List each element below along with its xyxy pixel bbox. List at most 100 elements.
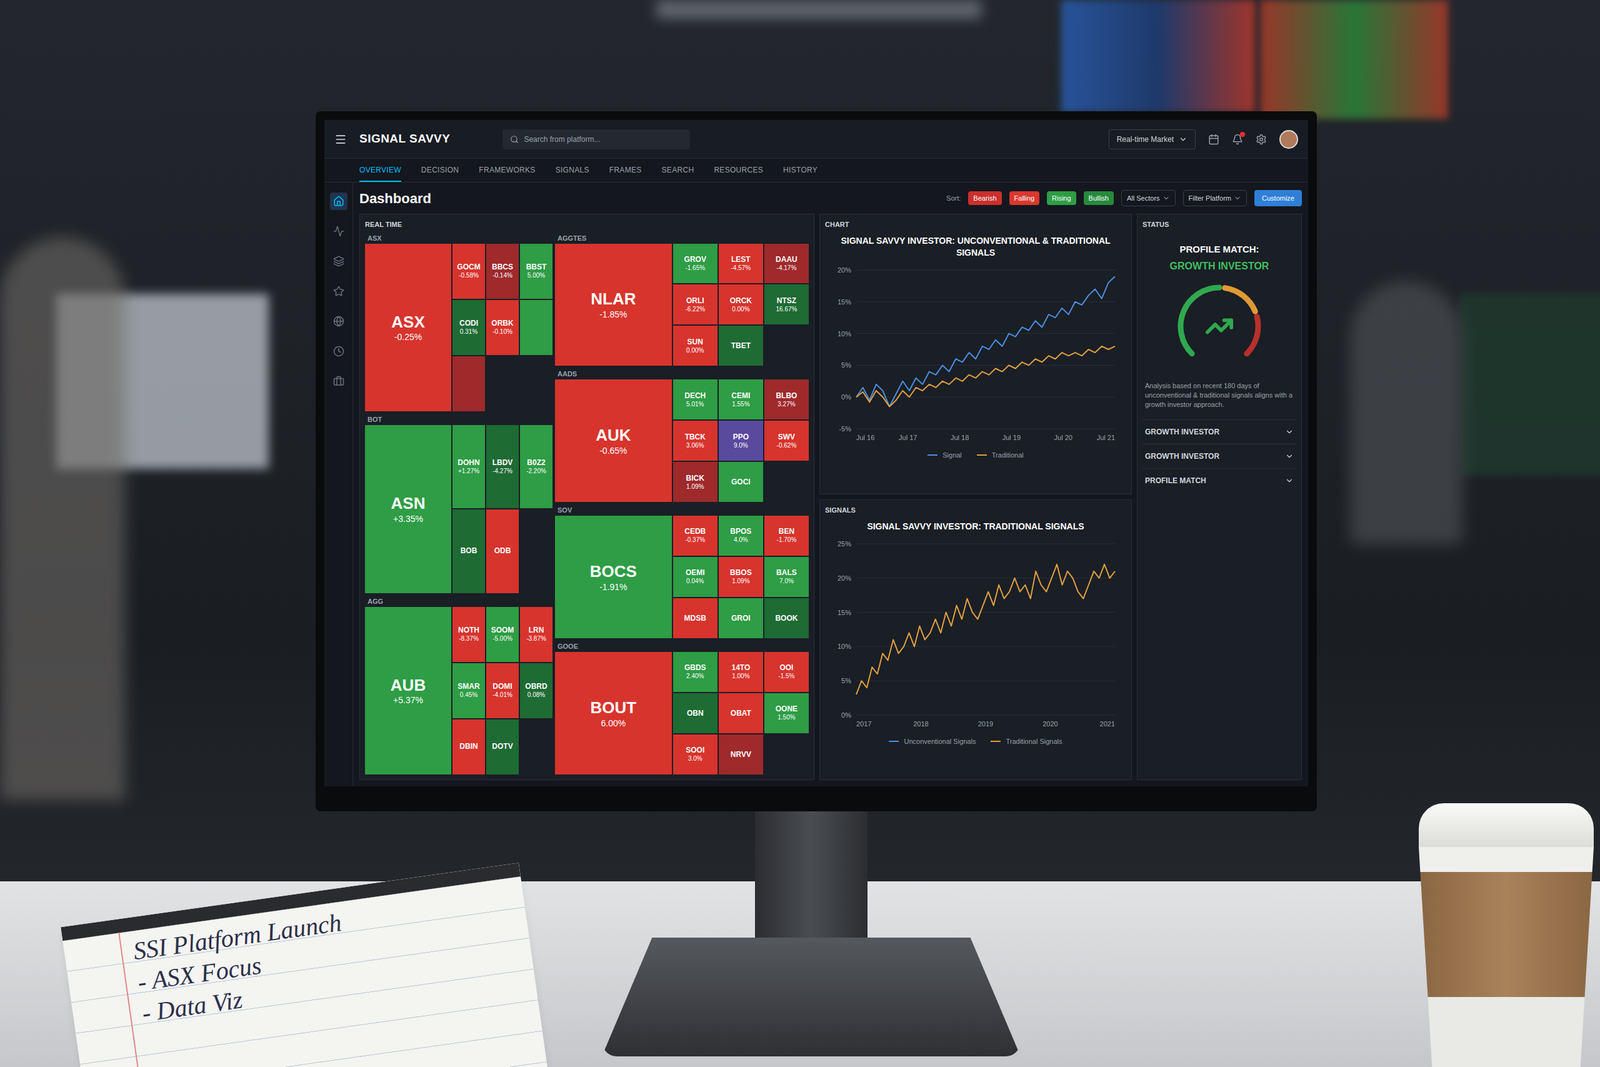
calendar-icon[interactable] <box>1208 133 1220 145</box>
sector-label: AADS <box>555 368 809 380</box>
heatmap-tile[interactable]: BBOS1.09% <box>718 556 764 597</box>
heatmap-tile[interactable]: DOMI-4.01% <box>486 663 519 719</box>
heatmap-tile[interactable]: CODI0.31% <box>452 300 485 355</box>
filter-select[interactable]: Filter Platform <box>1183 190 1247 207</box>
heatmap-tile[interactable]: OONE1.50% <box>764 693 809 734</box>
heatmap-tile[interactable] <box>520 300 553 355</box>
sector-label: SOV <box>555 504 809 516</box>
heatmap-tile[interactable]: NTSZ16.67% <box>764 284 809 325</box>
heatmap-tile[interactable]: TBCK3.06% <box>673 420 718 461</box>
heatmap-tile[interactable]: SOOI3.0% <box>673 734 718 775</box>
heatmap-tile[interactable]: OBN <box>673 693 718 734</box>
status-accordion[interactable]: GROWTH INVESTOR <box>1142 419 1297 444</box>
sidebar-item[interactable] <box>330 372 348 390</box>
heatmap-tile[interactable]: GOCI <box>718 461 764 502</box>
search-field[interactable]: Search from platform... <box>502 129 690 150</box>
heatmap-tile[interactable]: BOCS-1.91% <box>555 515 672 639</box>
heatmap-tile[interactable]: GROV-1.65% <box>673 243 718 284</box>
heatmap-tile[interactable]: AUK-0.65% <box>555 379 672 502</box>
heatmap-tile[interactable]: AUB+5.37% <box>365 606 452 775</box>
heatmap-tile[interactable]: BICK1.09% <box>673 461 718 502</box>
heatmap-tile[interactable]: BOOK <box>764 598 809 639</box>
heatmap-tile[interactable]: NRVV <box>718 734 764 775</box>
heatmap-tile[interactable]: BBCS-0.14% <box>486 243 519 299</box>
coffee-cup <box>1418 803 1594 1067</box>
nav-tab[interactable]: SEARCH <box>661 164 695 182</box>
heatmap-tile[interactable]: BBST5.00% <box>520 243 553 299</box>
heatmap-tile[interactable]: BPOS4.0% <box>718 515 764 556</box>
sidebar-item[interactable] <box>330 312 348 330</box>
heatmap-tile[interactable]: ORLI-6.22% <box>673 284 718 325</box>
heatmap-tile[interactable]: DOHN+1.27% <box>452 425 485 509</box>
heatmap-tile[interactable]: BLBO3.27% <box>764 379 809 420</box>
heatmap-tile[interactable]: GBDS2.40% <box>673 651 718 692</box>
status-accordion[interactable]: PROFILE MATCH <box>1142 468 1297 493</box>
heatmap-tile[interactable]: LBDV-4.27% <box>486 425 519 509</box>
sort-chip[interactable]: Rising <box>1046 191 1077 206</box>
nav-tab[interactable]: HISTORY <box>783 164 818 182</box>
heatmap-tile[interactable]: DOTV <box>486 719 519 775</box>
heatmap-tile[interactable]: OOI-1.5% <box>764 651 809 692</box>
heatmap-tile[interactable]: ODB <box>486 509 519 593</box>
top-bar: SIGNAL SAVVYSearch from platform...Real-… <box>324 120 1309 159</box>
heatmap-tile[interactable]: ORCK0.00% <box>718 284 764 325</box>
heatmap-tile[interactable]: OBAT <box>718 693 764 734</box>
heatmap-tile[interactable]: BOB <box>452 509 485 593</box>
sidebar-item[interactable] <box>330 192 348 210</box>
heatmap-tile[interactable]: SOOM-5.00% <box>486 606 519 662</box>
heatmap-tile[interactable]: CEDB-0.37% <box>673 515 718 556</box>
heatmap-tile[interactable]: ORBK-0.10% <box>486 300 519 355</box>
heatmap-tile[interactable]: BEN-1.70% <box>764 515 809 556</box>
menu-icon[interactable] <box>334 133 347 146</box>
notifications-button[interactable] <box>1231 133 1244 145</box>
svg-text:2017: 2017 <box>856 720 872 728</box>
sort-chip[interactable]: Bullish <box>1083 191 1114 206</box>
nav-tab[interactable]: OVERVIEW <box>359 164 402 182</box>
heatmap-tile[interactable]: DAAU-4.17% <box>764 243 809 284</box>
heatmap-tile[interactable]: MDSB <box>673 598 718 639</box>
heatmap-tile[interactable]: TBET <box>718 325 764 366</box>
sort-chip[interactable]: Bearish <box>968 191 1002 206</box>
nav-tab[interactable]: FRAMEWORKS <box>478 164 535 182</box>
heatmap-tile[interactable]: SMAR0.45% <box>452 663 485 719</box>
heatmap-tile[interactable]: 14TO1.00% <box>718 651 764 692</box>
sidebar-item[interactable] <box>330 282 348 300</box>
heatmap-tile[interactable]: GROI <box>718 598 764 639</box>
nav-tab[interactable]: FRAMES <box>609 164 642 182</box>
sidebar-item[interactable] <box>330 222 348 240</box>
market-select[interactable]: Real-time Market <box>1108 129 1196 150</box>
sidebar-item[interactable] <box>330 252 348 270</box>
sidebar-icon <box>333 315 345 327</box>
heatmap-tile[interactable]: DBIN <box>452 719 485 775</box>
nav-tab[interactable]: SIGNALS <box>555 164 590 182</box>
nav-tab[interactable]: RESOURCES <box>713 164 764 182</box>
chart-line <box>856 346 1115 407</box>
heatmap-tile[interactable]: PPO9.0% <box>718 420 764 461</box>
status-accordion[interactable]: GROWTH INVESTOR <box>1142 443 1297 469</box>
sort-chip[interactable]: Falling <box>1009 191 1040 206</box>
customize-button[interactable]: Customize <box>1254 190 1302 207</box>
filter-select[interactable]: All Sectors <box>1121 190 1176 207</box>
heatmap-tile[interactable]: ASX-0.25% <box>365 243 452 412</box>
heatmap-tile[interactable] <box>452 356 485 412</box>
heatmap-tile[interactable]: LRN-3.87% <box>520 606 553 662</box>
settings-icon[interactable] <box>1255 133 1267 145</box>
heatmap-tile[interactable]: SWV-0.62% <box>764 420 809 461</box>
heatmap-tile[interactable]: CEMI1.55% <box>718 379 764 420</box>
user-avatar[interactable] <box>1279 130 1299 149</box>
heatmap-tile[interactable]: NLAR-1.85% <box>555 243 672 367</box>
chevron-down-icon <box>1285 451 1294 461</box>
heatmap-tile[interactable]: LEST-4.57% <box>718 243 764 284</box>
heatmap-tile[interactable]: OEMI0.04% <box>673 556 718 597</box>
heatmap-tile[interactable]: BALS7.0% <box>764 556 809 597</box>
heatmap-tile[interactable]: NOTH-8.37% <box>452 606 485 662</box>
heatmap-tile[interactable]: DECH5.01% <box>673 379 718 420</box>
nav-tab[interactable]: DECISION <box>421 164 459 182</box>
heatmap-tile[interactable]: ASN+3.35% <box>365 425 452 594</box>
sidebar-item[interactable] <box>330 342 348 360</box>
heatmap-tile[interactable]: B0Z2-2.20% <box>520 425 553 509</box>
heatmap-tile[interactable]: OBRD0.08% <box>520 663 553 719</box>
heatmap-tile[interactable]: SUN0.00% <box>673 325 718 366</box>
heatmap-tile[interactable]: BOUT6.00% <box>555 651 672 775</box>
heatmap-tile[interactable]: GOCM-0.58% <box>452 243 485 299</box>
